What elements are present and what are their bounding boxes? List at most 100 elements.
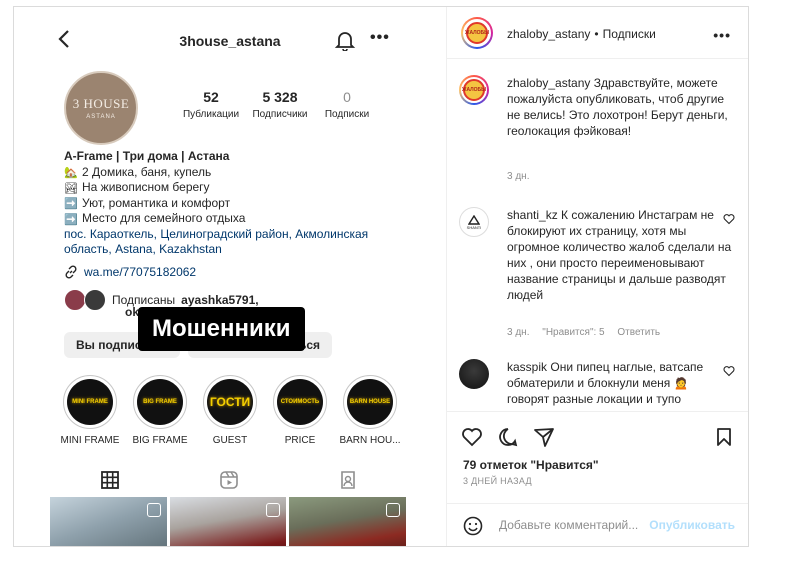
- highlight-ring: BIG FRAME: [133, 375, 187, 429]
- bookmark-icon[interactable]: [713, 426, 735, 448]
- shanti-logo-icon: [468, 214, 480, 225]
- bio-name: A-Frame | Три дома | Астана: [64, 149, 230, 163]
- comment-username[interactable]: shanti_kz: [507, 208, 558, 222]
- bell-icon[interactable]: [334, 29, 356, 52]
- comment-item: SHANTI shanti_kz К сожалению Инстаграм н…: [459, 207, 739, 347]
- comment-input[interactable]: Добавьте комментарий...: [499, 518, 649, 532]
- comment-icon[interactable]: [497, 426, 519, 448]
- more-options-icon[interactable]: •••: [370, 29, 390, 47]
- highlight-cover: BIG FRAME: [137, 379, 183, 425]
- comment-username[interactable]: kasspik: [507, 360, 547, 374]
- heart-icon[interactable]: [461, 426, 483, 448]
- follower-avatar: [84, 289, 106, 311]
- landscape-emoji-icon: 🏞: [64, 182, 78, 195]
- comment-text: kasspik Они пипец наглые, ватсапе обмате…: [507, 359, 733, 407]
- post-thumbnail[interactable]: [50, 497, 167, 546]
- likes-count[interactable]: 79 отметок "Нравится": [463, 458, 599, 472]
- reels-icon[interactable]: [219, 470, 239, 490]
- house-emoji-icon: 🏡: [64, 167, 78, 180]
- comment-avatar[interactable]: ЖАЛОБЫ: [459, 75, 489, 105]
- like-comment-heart-icon[interactable]: [723, 365, 735, 377]
- profile-link-text: wa.me/77075182062: [84, 265, 197, 279]
- highlight-label: MINI FRAME: [60, 435, 120, 446]
- highlight-ring: BARN HOUSE: [343, 375, 397, 429]
- grid-icon[interactable]: [100, 470, 120, 490]
- publish-button[interactable]: Опубликовать: [649, 518, 735, 532]
- highlight-cover: MINI FRAME: [67, 379, 113, 425]
- screenshot-frame: 3house_astana ••• 3 HOUSE ASTANA 52 Публ…: [13, 6, 749, 547]
- highlight-item[interactable]: BARN HOUSE BARN HOU...: [334, 375, 406, 446]
- post-author[interactable]: zhaloby_astany: [507, 27, 590, 41]
- comment-avatar[interactable]: SHANTI: [459, 207, 489, 237]
- profile-tabs: [50, 465, 408, 495]
- stat-followers-value: 5 328: [262, 89, 298, 105]
- bio-line: ➡️ Место для семейного отдыха: [64, 211, 404, 227]
- bio-line: 🏞 На живописном берегу: [64, 180, 404, 196]
- post-author-line: zhaloby_astany • Подписки: [507, 27, 656, 41]
- follow-state[interactable]: Подписки: [603, 27, 656, 41]
- followed-by-user: ayashka5791,: [181, 293, 259, 307]
- like-comment-heart-icon[interactable]: [723, 213, 735, 225]
- highlight-item[interactable]: ГОСТИ GUEST: [194, 375, 266, 446]
- bio-line-text: Уют, романтика и комфорт: [82, 195, 231, 210]
- post-thumbnail[interactable]: [289, 497, 407, 546]
- reply-button[interactable]: Ответить: [617, 327, 660, 338]
- author-avatar[interactable]: ЖАЛОБЫ: [461, 17, 493, 49]
- arrow-right-emoji-icon: ➡️: [64, 213, 78, 226]
- stat-posts[interactable]: 52 Публикации: [178, 89, 244, 120]
- highlight-label: BARN HOU...: [339, 435, 401, 446]
- highlight-item[interactable]: MINI FRAME MINI FRAME: [54, 375, 126, 446]
- scam-warning-label: Мошенники: [138, 307, 305, 351]
- comment-item: ЖАЛОБЫ zhaloby_astany Здравствуйте, може…: [459, 75, 739, 195]
- comment-username[interactable]: zhaloby_astany: [507, 76, 590, 90]
- stat-following[interactable]: 0 Подписки: [316, 89, 378, 120]
- post-thumbnail[interactable]: [169, 497, 287, 546]
- separator-dot: •: [594, 27, 599, 41]
- profile-bio: A-Frame | Три дома | Астана 🏡 2 Домика, …: [64, 149, 404, 258]
- bio-line-text: 2 Домика, баня, купель: [82, 164, 212, 179]
- comments-list: ЖАЛОБЫ zhaloby_astany Здравствуйте, може…: [447, 59, 748, 411]
- tagged-icon[interactable]: [338, 470, 358, 490]
- post-actions: 79 отметок "Нравится" 3 ДНЕЙ НАЗАД: [447, 411, 748, 513]
- more-options-icon[interactable]: •••: [713, 27, 731, 43]
- post-date: 3 ДНЕЙ НАЗАД: [463, 476, 532, 486]
- profile-topbar: 3house_astana •••: [14, 7, 446, 67]
- bio-address[interactable]: пос. Караоткель, Целиноградский район, А…: [64, 227, 404, 258]
- bio-line-text: На живописном берегу: [82, 180, 210, 194]
- post-panel: ЖАЛОБЫ zhaloby_astany • Подписки ••• ЖАЛОБ…: [446, 7, 748, 546]
- followed-by-user: ok: [125, 305, 140, 319]
- follower-avatar: [64, 289, 86, 311]
- highlight-cover: ГОСТИ: [207, 379, 253, 425]
- comment-body: К сожалению Инстаграм не блокируют их ст…: [507, 208, 732, 302]
- profile-link[interactable]: wa.me/77075182062: [64, 265, 196, 279]
- stat-following-label: Подписки: [324, 109, 370, 120]
- stat-posts-label: Публикации: [182, 109, 240, 120]
- comment-time: 3 дн.: [507, 327, 530, 338]
- highlight-label: GUEST: [212, 435, 248, 446]
- comment-avatar-inner: ЖАЛОБЫ: [461, 77, 487, 103]
- reels-icon: [386, 503, 401, 517]
- highlight-label: BIG FRAME: [132, 435, 188, 446]
- reels-icon: [266, 503, 281, 517]
- highlight-cover: BARN HOUSE: [347, 379, 393, 425]
- highlight-label: PRICE: [284, 435, 316, 446]
- stat-following-value: 0: [343, 89, 351, 105]
- comment-likes[interactable]: "Нравится": 5: [542, 327, 604, 338]
- emoji-icon[interactable]: [463, 516, 483, 536]
- share-icon[interactable]: [533, 426, 555, 448]
- highlight-item[interactable]: BIG FRAME BIG FRAME: [124, 375, 196, 446]
- comment-time: 3 дн.: [507, 171, 530, 182]
- stat-followers[interactable]: 5 328 Подписчики: [244, 89, 316, 120]
- post-grid: [50, 497, 407, 546]
- link-icon: [65, 265, 77, 279]
- comment-meta: 3 дн. "Нравится": 5 Ответить: [507, 327, 670, 338]
- bio-line-text: Место для семейного отдыха: [82, 211, 246, 225]
- avatar-logo-text: 3 HOUSE: [72, 96, 130, 111]
- stat-followers-label: Подписчики: [252, 109, 308, 120]
- author-avatar-inner: ЖАЛОБЫ: [463, 19, 491, 47]
- profile-avatar[interactable]: 3 HOUSE ASTANA: [64, 71, 138, 145]
- highlight-item[interactable]: СТОИМОСТЬ PRICE: [264, 375, 336, 446]
- comment-avatar[interactable]: [459, 359, 489, 389]
- bio-line: ➡️ Уют, романтика и комфорт: [64, 196, 404, 212]
- avatar-logo-subtext: ASTANA: [86, 114, 116, 120]
